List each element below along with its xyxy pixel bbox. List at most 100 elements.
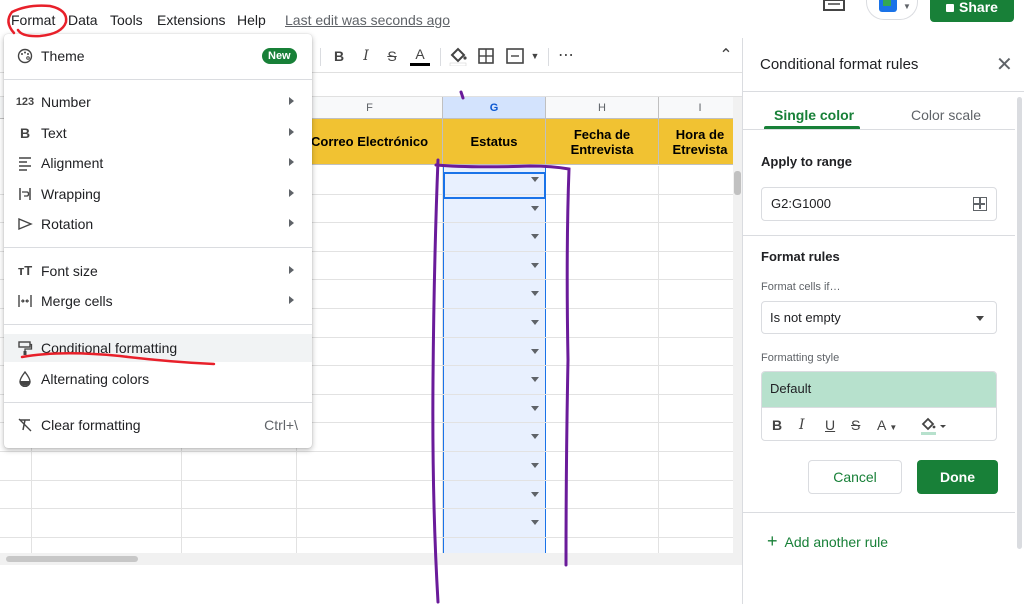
grid-cell[interactable] xyxy=(546,394,659,423)
collapse-toolbar-icon[interactable]: ⌃ xyxy=(718,46,734,66)
grid-cell[interactable] xyxy=(32,509,182,537)
grid-cell[interactable] xyxy=(297,452,443,480)
grid-cell[interactable] xyxy=(659,480,742,509)
grid-cell[interactable] xyxy=(182,480,297,509)
menu-item-alignment[interactable]: Alignment xyxy=(4,149,312,177)
dropdown-chip-arrow-icon[interactable] xyxy=(531,377,539,383)
grid-cell[interactable] xyxy=(443,480,546,509)
italic-button[interactable]: I xyxy=(358,46,374,66)
grid-cell[interactable] xyxy=(297,394,443,423)
column-header-h[interactable]: H xyxy=(546,97,659,119)
grid-cell[interactable] xyxy=(659,394,742,423)
dropdown-chip-arrow-icon[interactable] xyxy=(531,520,539,526)
grid-cell[interactable] xyxy=(443,337,546,366)
menu-item-conditional-formatting[interactable]: Conditional formatting xyxy=(4,334,312,362)
grid-cell[interactable] xyxy=(546,223,659,251)
dropdown-chip-arrow-icon[interactable] xyxy=(531,405,539,411)
style-text-color-button[interactable]: A ▼ xyxy=(877,417,897,433)
grid-cell[interactable] xyxy=(659,280,742,308)
grid-cell[interactable] xyxy=(659,166,742,194)
share-button[interactable]: Share xyxy=(930,0,1014,22)
grid-cell[interactable] xyxy=(443,423,546,451)
grid-cell[interactable] xyxy=(659,223,742,251)
grid-horizontal-scrollbar[interactable] xyxy=(0,553,742,565)
grid-cell[interactable] xyxy=(297,509,443,537)
grid-cell[interactable] xyxy=(659,337,742,366)
comment-icon[interactable] xyxy=(822,0,846,14)
menu-format[interactable]: Format xyxy=(11,12,55,28)
row-header[interactable] xyxy=(0,480,32,509)
dropdown-chip-arrow-icon[interactable] xyxy=(531,348,539,354)
select-range-icon[interactable] xyxy=(973,197,987,211)
grid-cell[interactable] xyxy=(32,452,182,480)
scrollbar-thumb[interactable] xyxy=(6,556,138,562)
menu-tools[interactable]: Tools xyxy=(110,12,143,28)
panel-scrollbar[interactable] xyxy=(1015,97,1024,552)
grid-cell[interactable] xyxy=(443,366,546,394)
grid-cell[interactable] xyxy=(546,251,659,280)
grid-cell[interactable] xyxy=(443,309,546,337)
column-header-i[interactable]: I xyxy=(659,97,742,119)
menu-item-alternating-colors[interactable]: Alternating colors xyxy=(4,365,312,393)
grid-cell[interactable] xyxy=(546,480,659,509)
grid-cell[interactable] xyxy=(443,280,546,308)
close-icon[interactable]: ✕ xyxy=(996,55,1013,75)
grid-cell[interactable] xyxy=(297,280,443,308)
dropdown-chip-arrow-icon[interactable] xyxy=(531,262,539,268)
grid-cell[interactable] xyxy=(546,309,659,337)
grid-cell[interactable] xyxy=(297,366,443,394)
column-header-f[interactable]: F xyxy=(297,97,443,119)
grid-cell[interactable] xyxy=(659,423,742,451)
grid-cell[interactable] xyxy=(297,537,443,553)
menu-item-rotation[interactable]: Rotation xyxy=(4,210,312,238)
dropdown-chip-arrow-icon[interactable] xyxy=(531,205,539,211)
dropdown-chip-arrow-icon[interactable] xyxy=(531,234,539,240)
menu-item-font-size[interactable]: ᴛT Font size xyxy=(4,257,312,285)
menu-item-clear-formatting[interactable]: Clear formatting Ctrl+\ xyxy=(4,411,312,439)
grid-cell[interactable] xyxy=(32,480,182,509)
grid-cell[interactable] xyxy=(546,166,659,194)
grid-cell[interactable] xyxy=(443,394,546,423)
style-italic-button[interactable]: I xyxy=(799,417,805,433)
grid-cell[interactable] xyxy=(546,537,659,553)
style-underline-button[interactable]: U xyxy=(825,417,835,433)
grid-cell[interactable] xyxy=(546,366,659,394)
grid-cell[interactable] xyxy=(546,280,659,308)
grid-cell[interactable] xyxy=(443,509,546,537)
borders-icon[interactable] xyxy=(478,46,494,66)
grid-cell[interactable] xyxy=(443,452,546,480)
grid-cell[interactable] xyxy=(182,452,297,480)
grid-cell[interactable] xyxy=(659,309,742,337)
menu-item-merge-cells[interactable]: Merge cells xyxy=(4,287,312,315)
menu-item-text[interactable]: B Text xyxy=(4,119,312,147)
strikethrough-button[interactable]: S xyxy=(384,46,400,66)
dropdown-chip-arrow-icon[interactable] xyxy=(531,320,539,325)
grid-cell[interactable] xyxy=(443,537,546,553)
merge-cells-icon[interactable] xyxy=(506,46,524,66)
add-rule-button[interactable]: + Add another rule xyxy=(767,531,888,552)
grid-cell[interactable] xyxy=(297,309,443,337)
grid-cell[interactable] xyxy=(297,337,443,366)
grid-cell[interactable] xyxy=(659,194,742,223)
grid-cell[interactable] xyxy=(443,223,546,251)
grid-cell[interactable] xyxy=(659,537,742,553)
grid-cell[interactable] xyxy=(297,166,443,194)
dropdown-chip-arrow-icon[interactable] xyxy=(531,291,539,297)
grid-cell[interactable] xyxy=(546,452,659,480)
grid-vertical-scrollbar[interactable] xyxy=(733,97,742,553)
grid-cell[interactable] xyxy=(546,423,659,451)
style-preset-select[interactable]: Default xyxy=(762,372,996,407)
bold-button[interactable]: B xyxy=(331,46,347,66)
condition-select[interactable]: Is not empty xyxy=(761,301,997,334)
dropdown-chip-arrow-icon[interactable] xyxy=(531,434,539,440)
scrollbar-thumb[interactable] xyxy=(734,171,741,195)
header-cell-estatus[interactable]: Estatus xyxy=(443,119,546,165)
grid-cell[interactable] xyxy=(297,480,443,509)
style-strikethrough-button[interactable]: S xyxy=(851,417,860,433)
meet-button[interactable]: ▼ xyxy=(866,0,918,20)
row-header[interactable] xyxy=(0,537,32,553)
grid-cell[interactable] xyxy=(297,423,443,451)
grid-cell[interactable] xyxy=(659,452,742,480)
text-color-button[interactable]: A xyxy=(410,46,430,66)
more-icon[interactable]: ⋯ xyxy=(556,46,576,66)
